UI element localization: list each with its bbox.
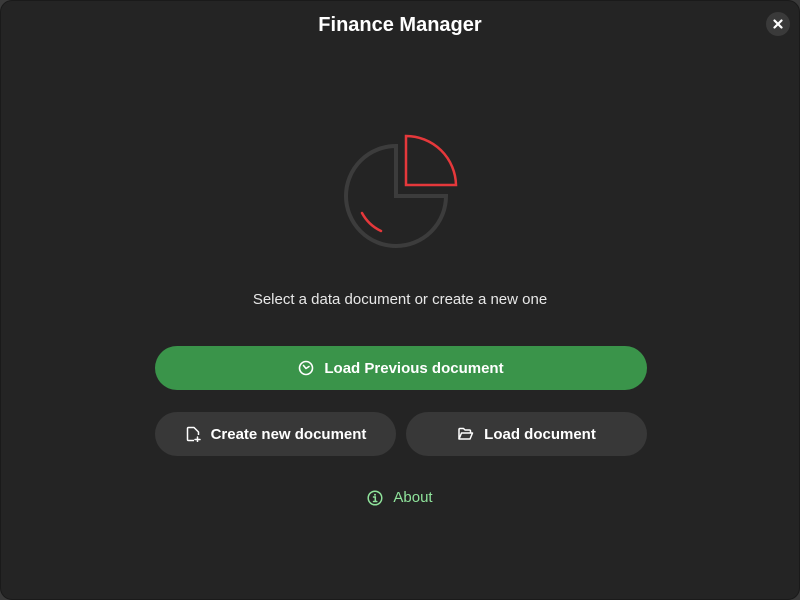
window-title: Finance Manager <box>318 14 482 36</box>
about-row: About <box>1 489 799 506</box>
load-document-label: Load document <box>484 425 596 443</box>
close-icon <box>773 19 783 29</box>
create-new-label: Create new document <box>210 425 367 443</box>
clock-icon <box>299 360 314 376</box>
load-document-button[interactable]: Load document <box>406 412 647 456</box>
app-window: Finance Manager Select a data document o… <box>0 0 800 600</box>
create-new-document-button[interactable]: Create new document <box>155 412 396 456</box>
load-previous-label: Load Previous document <box>324 359 504 377</box>
about-label: About <box>393 489 433 506</box>
new-document-icon <box>186 426 201 442</box>
about-link[interactable]: About <box>367 489 433 506</box>
folder-open-icon <box>458 427 474 440</box>
subtitle-text: Select a data document or create a new o… <box>252 291 548 308</box>
pie-chart-icon <box>341 131 461 251</box>
load-previous-document-button[interactable]: Load Previous document <box>155 346 647 390</box>
close-button[interactable] <box>766 12 790 36</box>
info-icon <box>367 489 383 506</box>
